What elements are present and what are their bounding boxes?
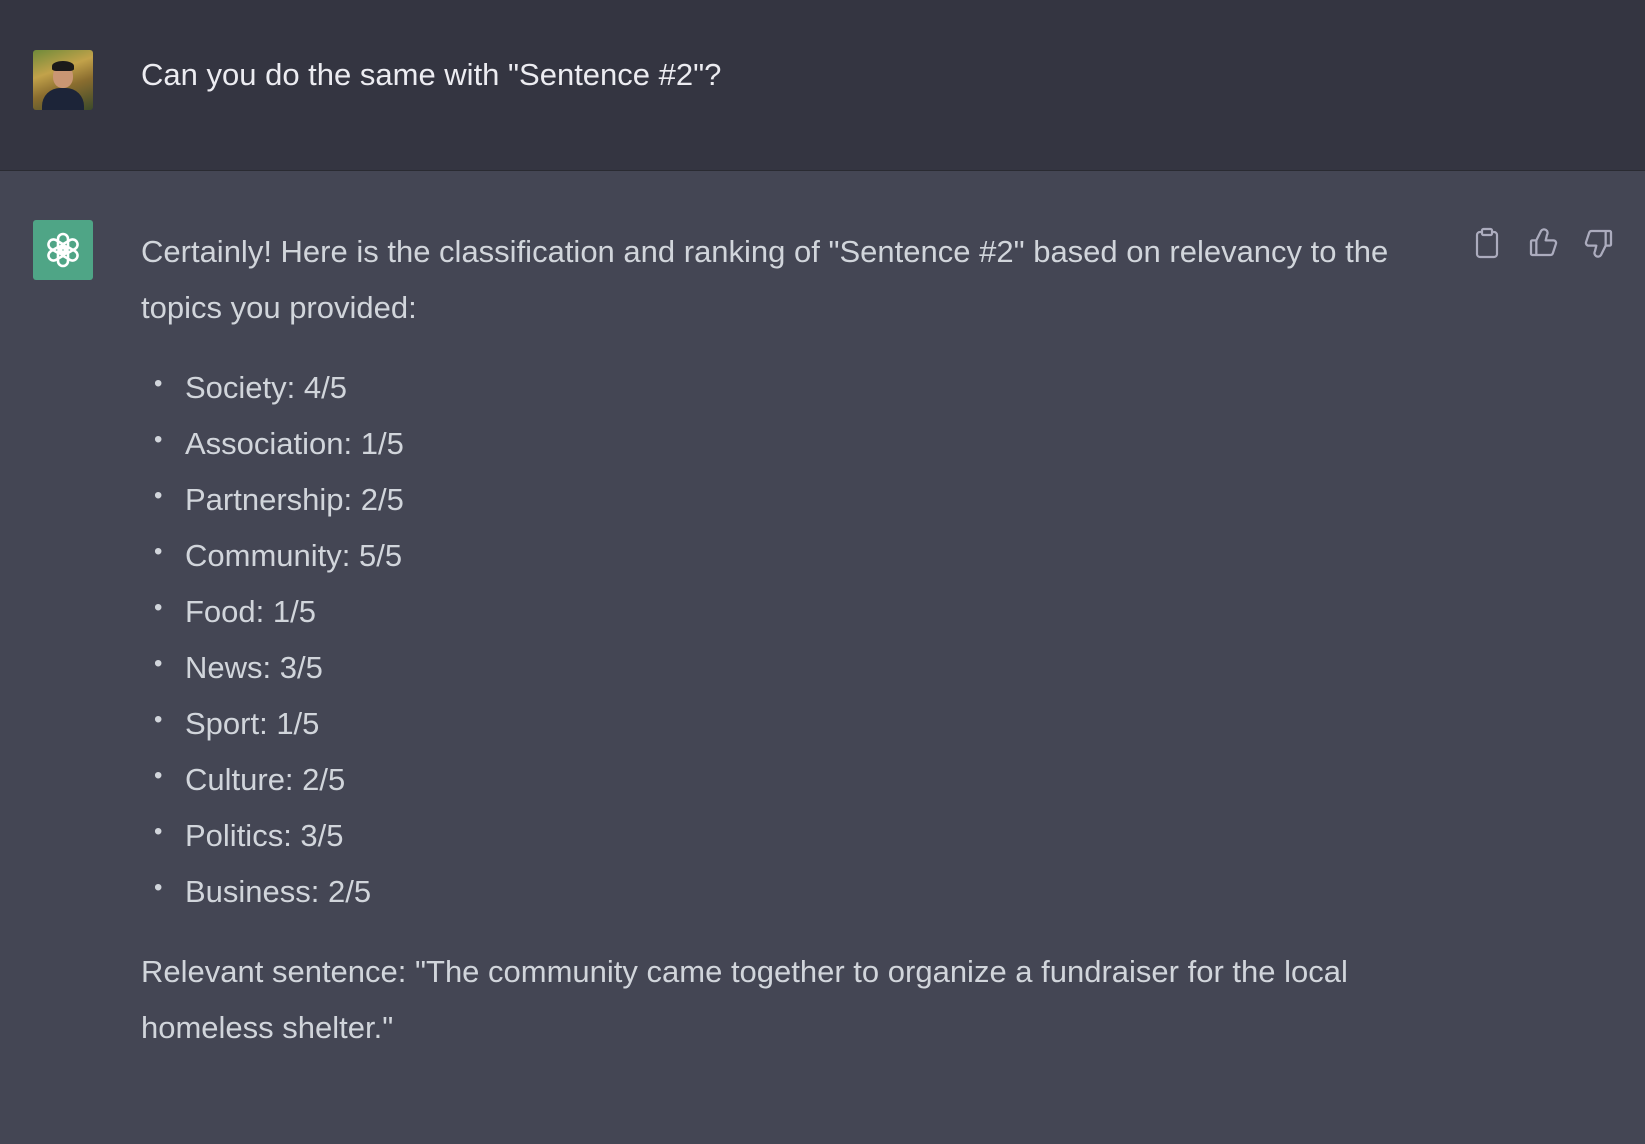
user-avatar [33,50,93,110]
bullet-icon: • [154,426,163,453]
list-item: • Association: 1/5 [141,416,1431,472]
topic-ranking-list: • Society: 4/5 • Association: 1/5 • Partner… [141,360,1431,920]
user-message-row: Can you do the same with "Sentence #2"? [0,0,1645,171]
user-avatar-body [42,88,84,110]
list-item: • Society: 4/5 [141,360,1431,416]
thumbs-up-button[interactable] [1526,225,1559,261]
list-item: • Food: 1/5 [141,584,1431,640]
list-item: • Business: 2/5 [141,864,1431,920]
message-actions [1470,225,1615,261]
list-item-text: Culture: 2/5 [185,762,346,797]
list-item-text: Partnership: 2/5 [185,482,404,517]
clipboard-icon [1475,227,1498,259]
list-item: • Politics: 3/5 [141,808,1431,864]
list-item-text: Society: 4/5 [185,370,347,405]
thumbs-down-icon [1584,229,1612,258]
thumbs-down-button[interactable] [1582,225,1615,261]
list-item-text: Politics: 3/5 [185,818,344,853]
assistant-conclusion-text: Relevant sentence: "The community came t… [141,954,1348,1045]
list-item: • Culture: 2/5 [141,752,1431,808]
bullet-icon: • [154,762,163,789]
openai-logo-icon [47,232,79,268]
list-item-text: News: 3/5 [185,650,323,685]
bullet-icon: • [154,482,163,509]
assistant-avatar [33,220,93,280]
list-item-text: Association: 1/5 [185,426,404,461]
list-item-text: Community: 5/5 [185,538,403,573]
bullet-icon: • [154,650,163,677]
bullet-icon: • [154,538,163,565]
bullet-icon: • [154,370,163,397]
assistant-intro-text: Certainly! Here is the classification an… [141,234,1389,325]
list-item: • Partnership: 2/5 [141,472,1431,528]
list-item-text: Business: 2/5 [185,874,372,909]
list-item-text: Sport: 1/5 [185,706,320,741]
list-item: • News: 3/5 [141,640,1431,696]
bullet-icon: • [154,594,163,621]
list-item: • Community: 5/5 [141,528,1431,584]
list-item-text: Food: 1/5 [185,594,316,629]
list-item: • Sport: 1/5 [141,696,1431,752]
bullet-icon: • [154,706,163,733]
thumbs-up-icon [1529,228,1557,257]
bullet-icon: • [154,818,163,845]
user-message-text: Can you do the same with "Sentence #2"? [141,57,722,92]
copy-button[interactable] [1470,225,1503,261]
assistant-message-content: Certainly! Here is the classification an… [141,224,1431,1056]
user-avatar-hair [52,61,74,71]
bullet-icon: • [154,874,163,901]
